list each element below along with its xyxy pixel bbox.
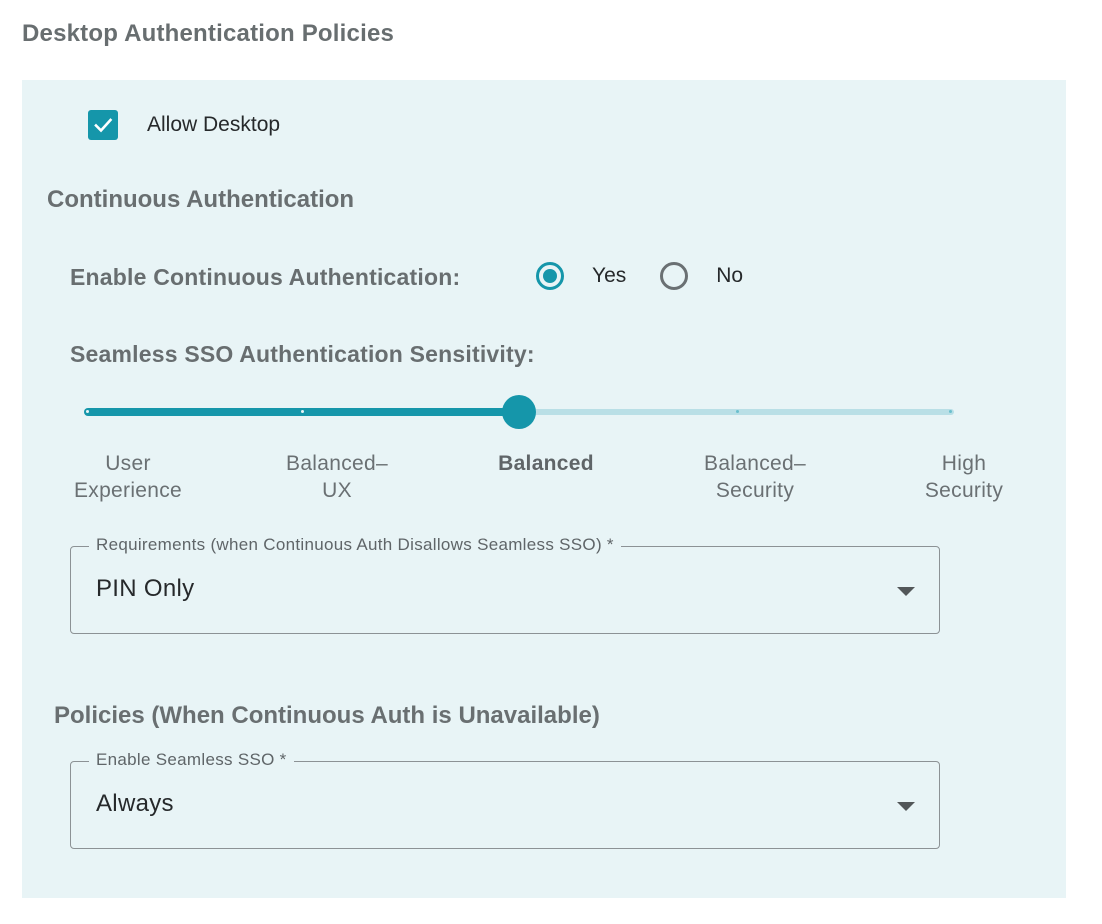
slider-mark-label-0[interactable]: User Experience bbox=[28, 450, 228, 504]
slider-mark-3[interactable] bbox=[735, 410, 739, 413]
radio-yes[interactable] bbox=[536, 262, 564, 290]
requirements-select[interactable]: Requirements (when Continuous Auth Disal… bbox=[70, 535, 940, 634]
slider-mark-label-3[interactable]: Balanced– Security bbox=[655, 450, 855, 504]
slider-thumb[interactable] bbox=[502, 395, 536, 429]
enable-continuous-auth-label: Enable Continuous Authentication: bbox=[70, 264, 461, 290]
enable-continuous-auth-radio-group: Yes No bbox=[536, 262, 743, 290]
radio-dot bbox=[543, 269, 557, 283]
dropdown-arrow-icon[interactable] bbox=[897, 587, 915, 596]
page-title: Desktop Authentication Policies bbox=[22, 20, 395, 47]
mark-label-line1: Balanced bbox=[498, 452, 594, 475]
mark-label-line1: Balanced– bbox=[286, 452, 388, 475]
mark-label-line2: Security bbox=[715, 479, 795, 502]
slider-mark-1[interactable] bbox=[300, 410, 304, 413]
radio-option-yes[interactable]: Yes bbox=[536, 262, 626, 290]
mark-label-line2: Security bbox=[924, 479, 1004, 502]
allow-desktop-label: Allow Desktop bbox=[147, 113, 281, 136]
dropdown-arrow-icon[interactable] bbox=[897, 802, 915, 811]
mark-label-line2: Experience bbox=[73, 479, 183, 502]
requirements-select-label: Requirements (when Continuous Auth Disal… bbox=[89, 535, 621, 555]
slider-mark-4[interactable] bbox=[949, 410, 952, 413]
mark-label-line1: High bbox=[941, 452, 987, 475]
slider-mark-label-1[interactable]: Balanced– UX bbox=[237, 450, 437, 504]
slider-mark-label-4[interactable]: High Security bbox=[864, 450, 1064, 504]
seamless-sso-select[interactable]: Enable Seamless SSO * Always bbox=[70, 750, 940, 849]
mark-label-line1: User bbox=[105, 452, 151, 475]
radio-no[interactable] bbox=[660, 262, 689, 290]
desktop-auth-panel: Allow Desktop Continuous Authentication … bbox=[22, 80, 1066, 898]
radio-option-no[interactable]: No bbox=[660, 262, 743, 290]
continuous-auth-section-title: Continuous Authentication bbox=[47, 186, 355, 213]
allow-desktop-checkbox[interactable] bbox=[88, 110, 118, 140]
seamless-sso-select-label: Enable Seamless SSO * bbox=[89, 750, 294, 770]
checkmark-icon bbox=[94, 118, 113, 133]
sensitivity-slider[interactable] bbox=[84, 393, 954, 433]
mark-label-line2: UX bbox=[322, 479, 352, 502]
slider-mark-label-2[interactable]: Balanced bbox=[446, 450, 646, 477]
slider-mark-0[interactable] bbox=[86, 410, 89, 413]
sensitivity-label: Seamless SSO Authentication Sensitivity: bbox=[70, 341, 535, 367]
radio-no-label: No bbox=[716, 264, 744, 287]
sensitivity-mark-labels: User Experience Balanced– UX Balanced Balance… bbox=[22, 450, 1066, 510]
requirements-select-value: PIN Only bbox=[96, 575, 195, 602]
fallback-policies-section-title: Policies (When Continuous Auth is Unavai… bbox=[54, 702, 600, 729]
radio-yes-label: Yes bbox=[592, 264, 627, 287]
seamless-sso-select-value: Always bbox=[96, 790, 174, 817]
allow-desktop-row[interactable]: Allow Desktop bbox=[88, 110, 280, 140]
mark-label-line1: Balanced– bbox=[704, 452, 806, 475]
